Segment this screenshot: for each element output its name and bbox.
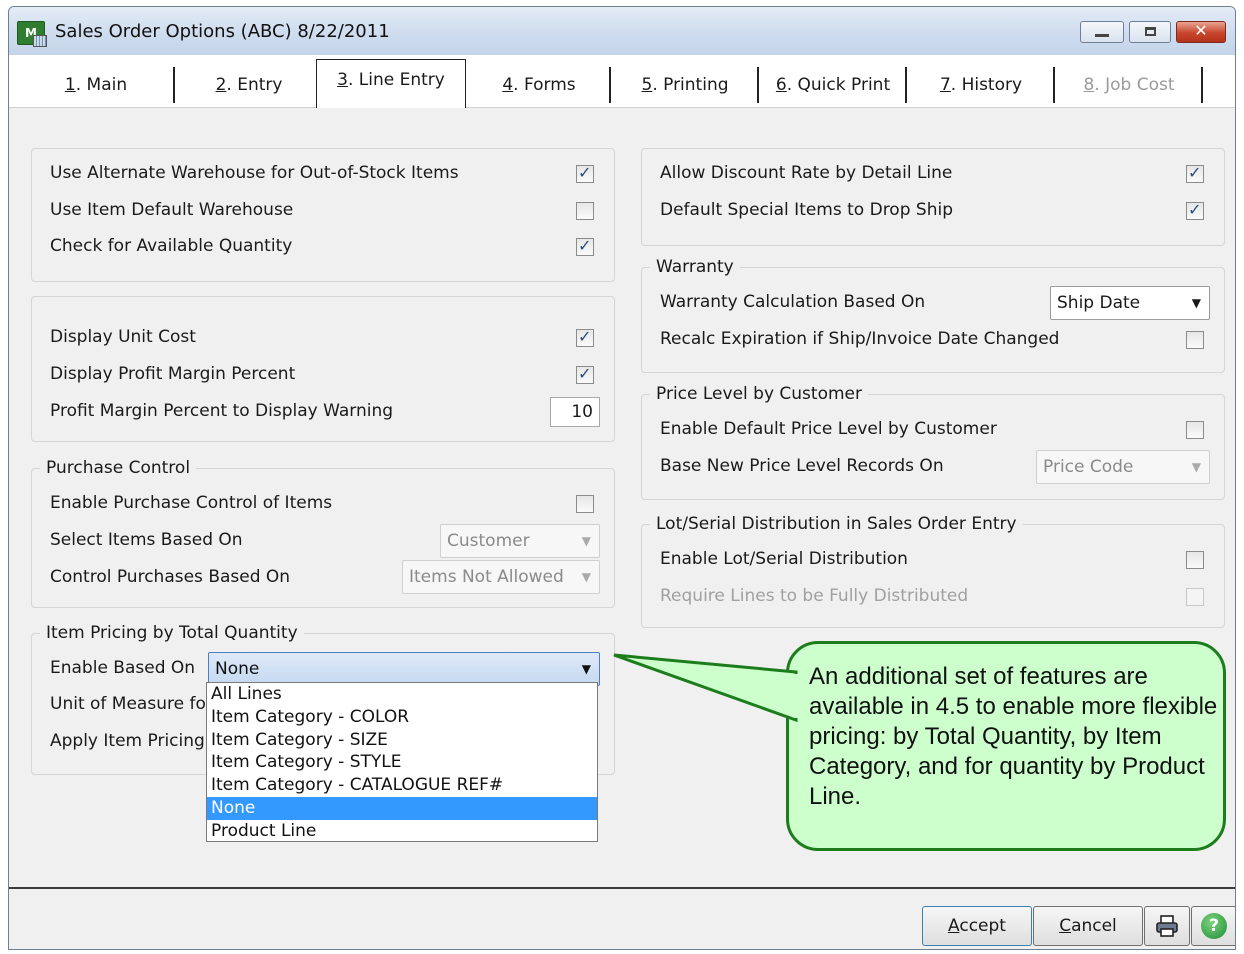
- chevron-down-icon: ▼: [581, 534, 591, 548]
- warranty-panel: Warranty Warranty Calculation Based On S…: [641, 257, 1225, 373]
- chevron-down-icon: ▼: [1191, 296, 1201, 310]
- alt-warehouse-label: Use Alternate Warehouse for Out-of-Stock…: [50, 163, 459, 183]
- drop-ship-checkbox[interactable]: [1186, 200, 1204, 220]
- apply-item-pricing-label: Apply Item Pricing A: [50, 731, 222, 751]
- enable-purchase-control-label: Enable Purchase Control of Items: [50, 493, 333, 513]
- unit-of-measure-label: Unit of Measure for: [50, 694, 213, 714]
- lot-serial-panel: Lot/Serial Distribution in Sales Order E…: [641, 514, 1225, 628]
- require-distributed-checkbox: [1186, 588, 1204, 606]
- check-qty-checkbox[interactable]: [576, 236, 594, 256]
- cost-panel: Display Unit Cost Display Profit Margin …: [31, 296, 615, 442]
- tab-forms[interactable]: 4. Forms: [471, 65, 611, 105]
- base-price-level-label: Base New Price Level Records On: [660, 456, 944, 476]
- select-items-dropdown: Customer ▼: [440, 524, 600, 558]
- tab-quick-print[interactable]: 6. Quick Print: [763, 65, 907, 105]
- option-category-catalogue[interactable]: Item Category - CATALOGUE REF#: [207, 774, 597, 797]
- enable-lot-serial-checkbox[interactable]: [1186, 551, 1204, 569]
- enable-based-on-label: Enable Based On: [50, 658, 196, 678]
- close-icon: ✕: [1194, 21, 1208, 40]
- maximize-button[interactable]: [1129, 21, 1171, 43]
- accept-button[interactable]: Accept: [922, 906, 1032, 946]
- check-qty-label: Check for Available Quantity: [50, 236, 293, 256]
- tab-job-cost: 8. Job Cost: [1059, 65, 1203, 105]
- enable-lot-serial-label: Enable Lot/Serial Distribution: [660, 549, 908, 569]
- chevron-down-icon: ▼: [581, 662, 591, 676]
- option-category-color[interactable]: Item Category - COLOR: [207, 706, 597, 729]
- tab-entry[interactable]: 2. Entry: [179, 65, 323, 105]
- tab-strip: 1. Main 2. Entry 3. Line Entry 4. Forms …: [9, 55, 1235, 109]
- control-purchases-dropdown: Items Not Allowed ▼: [402, 560, 600, 594]
- warranty-title: Warranty: [650, 257, 740, 277]
- discount-rate-label: Allow Discount Rate by Detail Line: [660, 163, 953, 183]
- chevron-down-icon: ▼: [581, 570, 591, 584]
- require-distributed-label: Require Lines to be Fully Distributed: [660, 586, 969, 606]
- feature-callout: An additional set of features are availa…: [786, 641, 1226, 851]
- minimize-button[interactable]: [1080, 21, 1124, 43]
- discount-panel: Allow Discount Rate by Detail Line Defau…: [641, 148, 1225, 246]
- warning-percent-input[interactable]: 10: [550, 397, 600, 427]
- tab-printing[interactable]: 5. Printing: [615, 65, 759, 105]
- item-default-warehouse-checkbox[interactable]: [576, 202, 594, 220]
- option-none[interactable]: None: [207, 796, 597, 820]
- unit-cost-checkbox[interactable]: [576, 327, 594, 347]
- tab-history[interactable]: 7. History: [911, 65, 1055, 105]
- tab-main[interactable]: 1. Main: [21, 65, 175, 105]
- warehouse-panel: Use Alternate Warehouse for Out-of-Stock…: [31, 148, 615, 282]
- warning-label: Profit Margin Percent to Display Warning: [50, 401, 394, 421]
- print-button[interactable]: [1144, 906, 1190, 946]
- callout-text: An additional set of features are availa…: [809, 663, 1218, 810]
- recalc-expiration-label: Recalc Expiration if Ship/Invoice Date C…: [660, 329, 1060, 349]
- recalc-expiration-checkbox[interactable]: [1186, 331, 1204, 349]
- purchase-control-panel: Purchase Control Enable Purchase Control…: [31, 458, 615, 608]
- discount-rate-checkbox[interactable]: [1186, 163, 1204, 183]
- minimize-icon: [1095, 34, 1109, 37]
- price-level-title: Price Level by Customer: [650, 384, 868, 404]
- option-all-lines[interactable]: All Lines: [207, 683, 597, 706]
- option-product-line[interactable]: Product Line: [207, 820, 597, 843]
- printer-icon: [1156, 915, 1178, 937]
- price-level-panel: Price Level by Customer Enable Default P…: [641, 384, 1225, 500]
- help-icon: ?: [1201, 913, 1227, 939]
- control-purchases-label: Control Purchases Based On: [50, 567, 291, 587]
- tab-line-entry[interactable]: 3. Line Entry: [316, 59, 466, 108]
- enable-price-level-checkbox[interactable]: [1186, 421, 1204, 439]
- chevron-down-icon: ▼: [1191, 460, 1201, 474]
- enable-purchase-control-checkbox[interactable]: [576, 495, 594, 513]
- purchase-control-title: Purchase Control: [40, 458, 197, 478]
- warranty-calc-label: Warranty Calculation Based On: [660, 292, 926, 312]
- title-bar[interactable]: M Sales Order Options (ABC) 8/22/2011 ✕: [9, 7, 1235, 56]
- unit-cost-label: Display Unit Cost: [50, 327, 196, 347]
- help-button[interactable]: ?: [1191, 906, 1235, 946]
- app-icon: M: [17, 21, 47, 47]
- profit-margin-checkbox[interactable]: [576, 364, 594, 384]
- cancel-button[interactable]: Cancel: [1033, 906, 1143, 946]
- lot-serial-title: Lot/Serial Distribution in Sales Order E…: [650, 514, 1023, 534]
- close-button[interactable]: ✕: [1176, 21, 1226, 43]
- enable-based-on-dropdown[interactable]: None ▼: [208, 652, 600, 686]
- divider: [9, 887, 1235, 889]
- select-items-label: Select Items Based On: [50, 530, 243, 550]
- maximize-icon: [1145, 27, 1156, 36]
- enable-based-on-options: All Lines Item Category - COLOR Item Cat…: [206, 682, 598, 842]
- window-title: Sales Order Options (ABC) 8/22/2011: [55, 21, 390, 42]
- enable-price-level-label: Enable Default Price Level by Customer: [660, 419, 997, 439]
- item-pricing-title: Item Pricing by Total Quantity: [40, 623, 304, 643]
- base-price-level-dropdown: Price Code ▼: [1036, 450, 1210, 484]
- option-category-size[interactable]: Item Category - SIZE: [207, 729, 597, 752]
- warranty-calc-dropdown[interactable]: Ship Date ▼: [1050, 286, 1210, 320]
- item-default-warehouse-label: Use Item Default Warehouse: [50, 200, 294, 220]
- option-category-style[interactable]: Item Category - STYLE: [207, 751, 597, 774]
- profit-margin-label: Display Profit Margin Percent: [50, 364, 296, 384]
- drop-ship-label: Default Special Items to Drop Ship: [660, 200, 953, 220]
- alt-warehouse-checkbox[interactable]: [576, 163, 594, 183]
